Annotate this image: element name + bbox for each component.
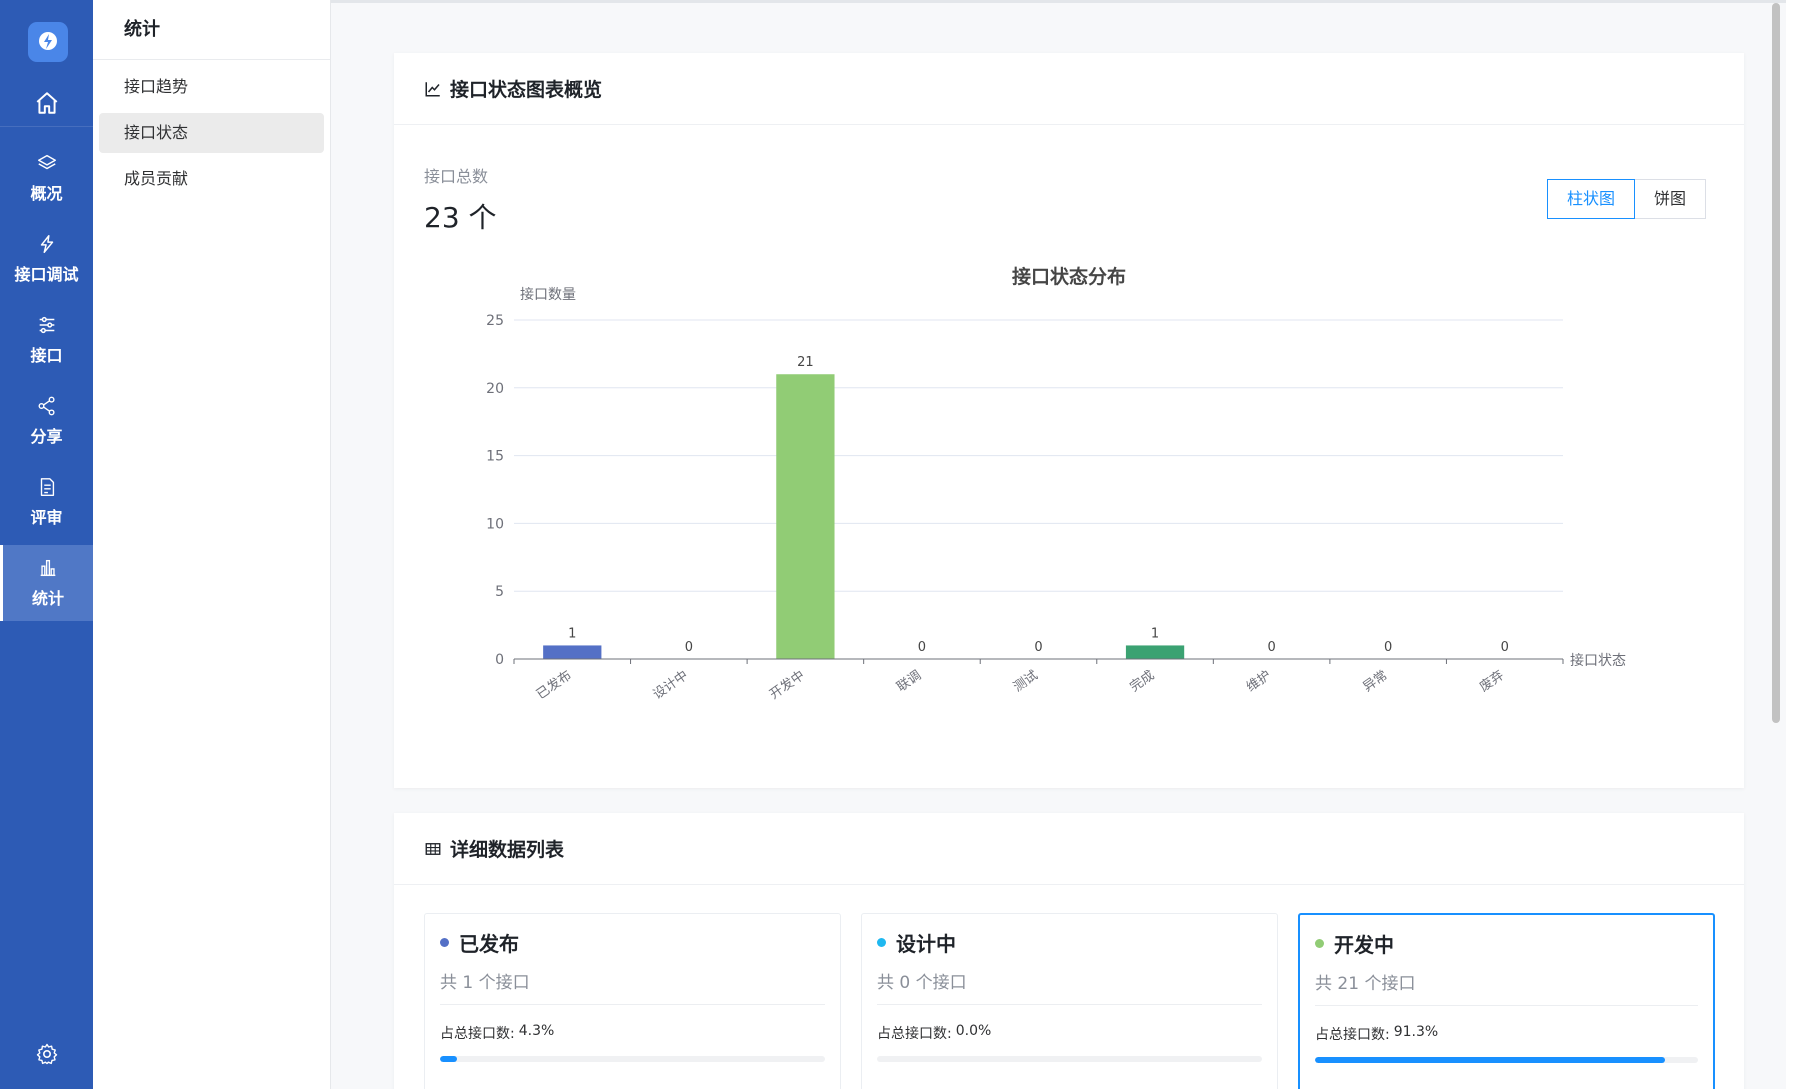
- status-dot: [1315, 939, 1324, 948]
- settings-button[interactable]: [0, 1036, 93, 1072]
- rail-item-review[interactable]: 评审: [0, 464, 93, 540]
- rail-label: 评审: [30, 508, 63, 527]
- chart-title: 接口状态分布: [1012, 265, 1126, 288]
- y-tick-label: 15: [486, 449, 504, 465]
- rail-item-api[interactable]: 接口: [0, 302, 93, 378]
- rail-item-stats[interactable]: 统计: [0, 545, 93, 621]
- stat-pct-label: 占总接口数:: [877, 1026, 952, 1042]
- lightning-icon: [40, 235, 53, 253]
- submenu-item-trend[interactable]: 接口趋势: [99, 67, 324, 107]
- y-tick-label: 0: [495, 652, 504, 668]
- scrollbar[interactable]: [1772, 3, 1780, 723]
- overview-card: 接口状态图表概览 接口总数 23 个 柱状图 饼图 接口状态分布 接口数量 接口…: [394, 53, 1744, 788]
- y-tick-label: 10: [486, 516, 504, 532]
- table-icon: [425, 842, 441, 855]
- x-tick-label: 设计中: [651, 668, 692, 703]
- details-header: 详细数据列表: [394, 813, 1744, 885]
- stat-count: 共 1 个接口: [440, 971, 825, 1005]
- stat-percentage: 占总接口数: 91.3%: [1315, 1024, 1698, 1044]
- stat-name: 已发布: [459, 932, 519, 956]
- rail-label: 概况: [30, 184, 63, 203]
- x-tick-label: 开发中: [767, 667, 808, 702]
- stat-pct-label: 占总接口数:: [440, 1026, 515, 1042]
- stat-name: 开发中: [1334, 933, 1394, 957]
- progress-fill: [1315, 1057, 1665, 1063]
- rail-label: 接口调试: [14, 265, 79, 284]
- y-tick-label: 20: [486, 381, 504, 397]
- main-content: 接口状态图表概览 接口总数 23 个 柱状图 饼图 接口状态分布 接口数量 接口…: [331, 0, 1786, 1089]
- x-tick-label: 废弃: [1477, 667, 1507, 695]
- x-tick-label: 完成: [1127, 668, 1157, 695]
- status-dot: [877, 938, 886, 947]
- x-tick-label: 已发布: [533, 667, 574, 702]
- bar-value-label: 0: [1034, 640, 1042, 655]
- submenu-item-contribution[interactable]: 成员贡献: [99, 159, 324, 199]
- submenu-title: 统计: [93, 0, 330, 60]
- bar: [543, 645, 602, 659]
- stat-pct-value: 0.0%: [955, 1023, 992, 1039]
- rail-item-debug[interactable]: 接口调试: [0, 221, 93, 297]
- stat-percentage: 占总接口数: 4.3%: [440, 1023, 825, 1043]
- stat-pct-value: 4.3%: [518, 1023, 555, 1039]
- stat-name: 设计中: [896, 932, 956, 956]
- gear-icon: [36, 1043, 57, 1065]
- home-button[interactable]: [0, 80, 93, 127]
- progress-fill: [440, 1056, 457, 1062]
- review-icon: [40, 478, 54, 496]
- progress-bar: [440, 1056, 825, 1062]
- x-tick-label: 异常: [1361, 668, 1391, 695]
- bar-value-label: 0: [685, 640, 693, 655]
- x-tick-label: 联调: [894, 668, 924, 695]
- y-tick-label: 5: [495, 584, 504, 600]
- stat-count: 共 21 个接口: [1315, 972, 1698, 1006]
- bar-value-label: 0: [1267, 640, 1275, 655]
- bar-value-label: 1: [1151, 626, 1159, 641]
- bar-chart-icon: [40, 559, 56, 577]
- icon-sidebar: 概况 接口调试 接口 分享 评审 统计: [0, 0, 93, 1089]
- stat-card-developing[interactable]: 开发中 共 21 个接口 占总接口数: 91.3%: [1298, 913, 1715, 1089]
- rail-label: 分享: [30, 427, 63, 446]
- rail-label: 接口: [30, 346, 63, 365]
- stat-percentage: 占总接口数: 0.0%: [877, 1023, 1262, 1043]
- progress-bar: [1315, 1057, 1698, 1063]
- details-card: 详细数据列表 已发布 共 1 个接口 占总接口数: 4.3% 设计中 共 0 个…: [394, 813, 1744, 1089]
- submenu-panel: 统计 接口趋势 接口状态 成员贡献: [93, 0, 331, 1089]
- layers-icon: [37, 154, 56, 170]
- bar-value-label: 0: [1501, 640, 1509, 655]
- progress-bar: [877, 1056, 1262, 1062]
- stat-count: 共 0 个接口: [877, 971, 1262, 1005]
- status-dot: [440, 938, 449, 947]
- status-bar-chart: 接口状态分布 接口数量 接口状态 10210 010 0 0 0510152025已发…: [486, 265, 1626, 703]
- logo-icon: [39, 32, 57, 50]
- y-tick-label: 25: [486, 313, 504, 329]
- details-title: 详细数据列表: [450, 839, 565, 861]
- home-icon: [36, 92, 57, 114]
- bar: [776, 374, 835, 659]
- bar-value-label: 0: [918, 640, 926, 655]
- rail-item-overview[interactable]: 概况: [0, 140, 93, 216]
- rail-label: 统计: [31, 589, 64, 608]
- share-icon: [38, 396, 55, 416]
- bar-value-label: 1: [568, 626, 576, 641]
- sliders-icon: [39, 316, 54, 334]
- stat-pct-label: 占总接口数:: [1315, 1027, 1390, 1043]
- stat-card-published[interactable]: 已发布 共 1 个接口 占总接口数: 4.3%: [424, 913, 841, 1089]
- bar-value-label: 0: [1384, 640, 1392, 655]
- x-axis-label: 接口状态: [1570, 652, 1626, 669]
- bar: [1125, 645, 1185, 659]
- rail-item-share[interactable]: 分享: [0, 383, 93, 459]
- submenu-item-status[interactable]: 接口状态: [99, 113, 324, 153]
- y-axis-label: 接口数量: [520, 286, 576, 303]
- stat-pct-value: 91.3%: [1393, 1024, 1439, 1040]
- x-tick-label: 测试: [1011, 668, 1041, 695]
- bar-value-label: 21: [797, 355, 814, 370]
- stat-card-designing[interactable]: 设计中 共 0 个接口 占总接口数: 0.0%: [861, 913, 1278, 1089]
- app-logo[interactable]: [28, 22, 68, 62]
- x-tick-label: 维护: [1244, 668, 1274, 695]
